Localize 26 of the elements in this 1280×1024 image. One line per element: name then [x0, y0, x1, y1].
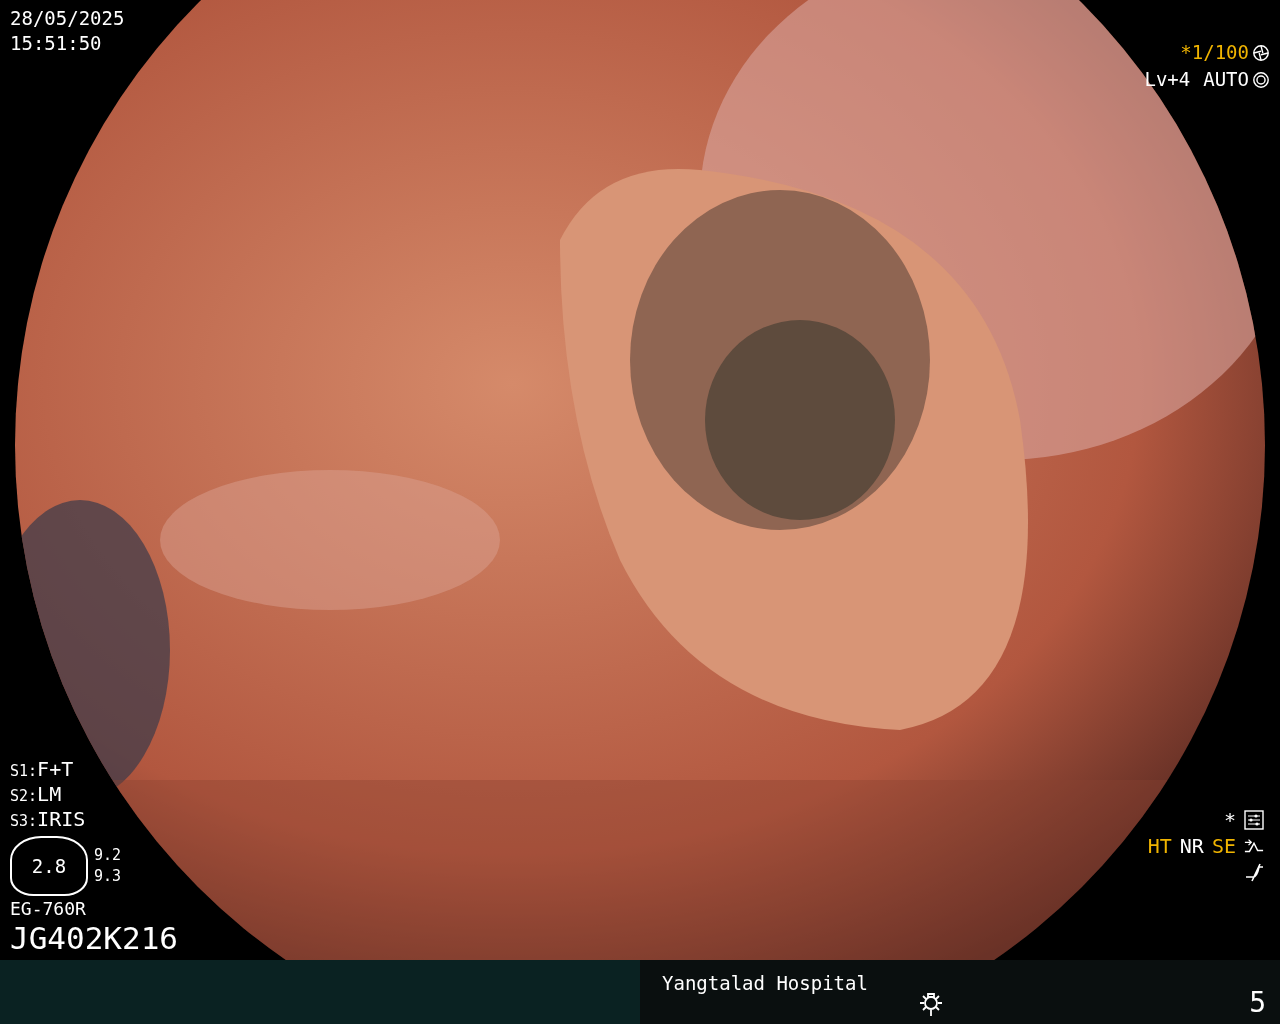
status-indicator: * [1223, 808, 1236, 832]
exposure-mode: AUTO [1203, 67, 1249, 92]
time-text: 15:51:50 [10, 31, 102, 56]
status-indicator: HT [1147, 834, 1172, 858]
sliders-icon [1244, 810, 1264, 830]
zoom-gauge: 2.8 [10, 836, 88, 896]
switch-value: LM [37, 782, 62, 806]
aperture-icon [1252, 70, 1270, 89]
switch-value: IRIS [37, 807, 86, 831]
not-equal-icon [1244, 862, 1264, 882]
shutter-speed: *1/100 [1180, 40, 1249, 65]
switch-label: S3: [10, 812, 38, 830]
status-indicator: NR [1179, 834, 1204, 858]
scope-model: EG-760R [10, 898, 86, 920]
status-indicator: SE [1211, 834, 1236, 858]
switch-label: S1: [10, 762, 38, 780]
aperture-icon [1252, 43, 1270, 62]
gauge-reading: 9.3 [94, 866, 122, 887]
image-number: 5 [1249, 986, 1266, 1019]
date-text: 28/05/2025 [10, 6, 125, 31]
gauge-reading: 9.2 [94, 845, 122, 866]
scope-serial: JG402K216 [10, 920, 178, 956]
hospital-name: Yangtalad Hospital [662, 972, 868, 994]
brightness-level: Lv+4 [1144, 67, 1191, 92]
switch-label: S2: [10, 787, 38, 805]
switch-value: F+T [37, 757, 74, 781]
